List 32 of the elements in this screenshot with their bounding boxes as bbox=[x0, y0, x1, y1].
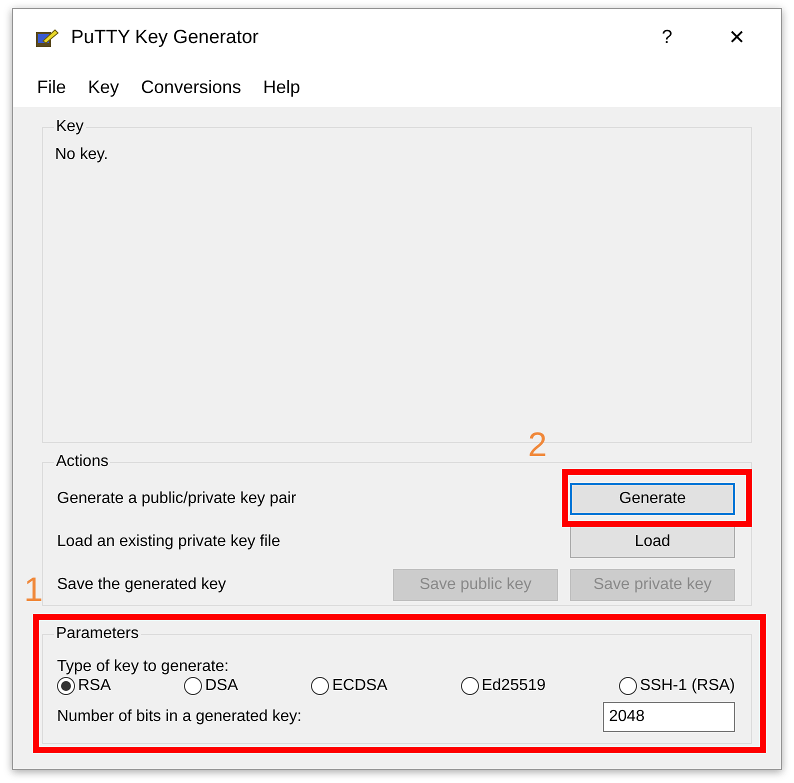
key-status-text: No key. bbox=[55, 145, 108, 165]
menu-item[interactable]: Help bbox=[263, 74, 300, 100]
key-type-label: Type of key to generate: bbox=[57, 658, 229, 676]
radio-button-icon[interactable] bbox=[460, 677, 479, 695]
action-label: Save the generated key bbox=[57, 574, 226, 594]
radio-button-icon[interactable] bbox=[311, 677, 330, 695]
radio-button-icon[interactable] bbox=[618, 677, 637, 695]
action-label: Generate a public/private key pair bbox=[57, 488, 296, 508]
radio-button-icon[interactable] bbox=[184, 677, 202, 695]
close-button[interactable]: ✕ bbox=[717, 18, 757, 58]
bits-input[interactable]: 2048 bbox=[603, 702, 735, 732]
radio-option[interactable]: SSH-1 (RSA) bbox=[618, 676, 735, 696]
radio-button-icon[interactable] bbox=[57, 677, 75, 695]
group-label: Parameters bbox=[55, 624, 140, 644]
window-title: PuTTY Key Generator bbox=[71, 26, 259, 50]
menu-item[interactable]: Key bbox=[88, 74, 120, 100]
annotation-number: 2 bbox=[528, 425, 547, 465]
radio-option[interactable]: Ed25519 bbox=[460, 676, 546, 696]
group-label: Actions bbox=[55, 452, 110, 472]
action-label: Load an existing private key file bbox=[57, 532, 280, 552]
bits-label: Number of bits in a generated key: bbox=[57, 707, 302, 727]
radio-option[interactable]: RSA bbox=[57, 676, 111, 696]
group-label: Key bbox=[55, 117, 85, 137]
menu-item[interactable]: Conversions bbox=[141, 74, 242, 100]
menu-item[interactable]: File bbox=[37, 74, 66, 100]
help-button[interactable]: ? bbox=[647, 18, 687, 58]
action-button[interactable]: Load bbox=[570, 526, 735, 558]
action-button[interactable]: Generate bbox=[570, 482, 735, 514]
annotation-number: 1 bbox=[24, 570, 43, 610]
radio-option[interactable]: DSA bbox=[184, 676, 238, 696]
app-icon bbox=[35, 27, 59, 49]
radio-option[interactable]: ECDSA bbox=[311, 676, 388, 696]
